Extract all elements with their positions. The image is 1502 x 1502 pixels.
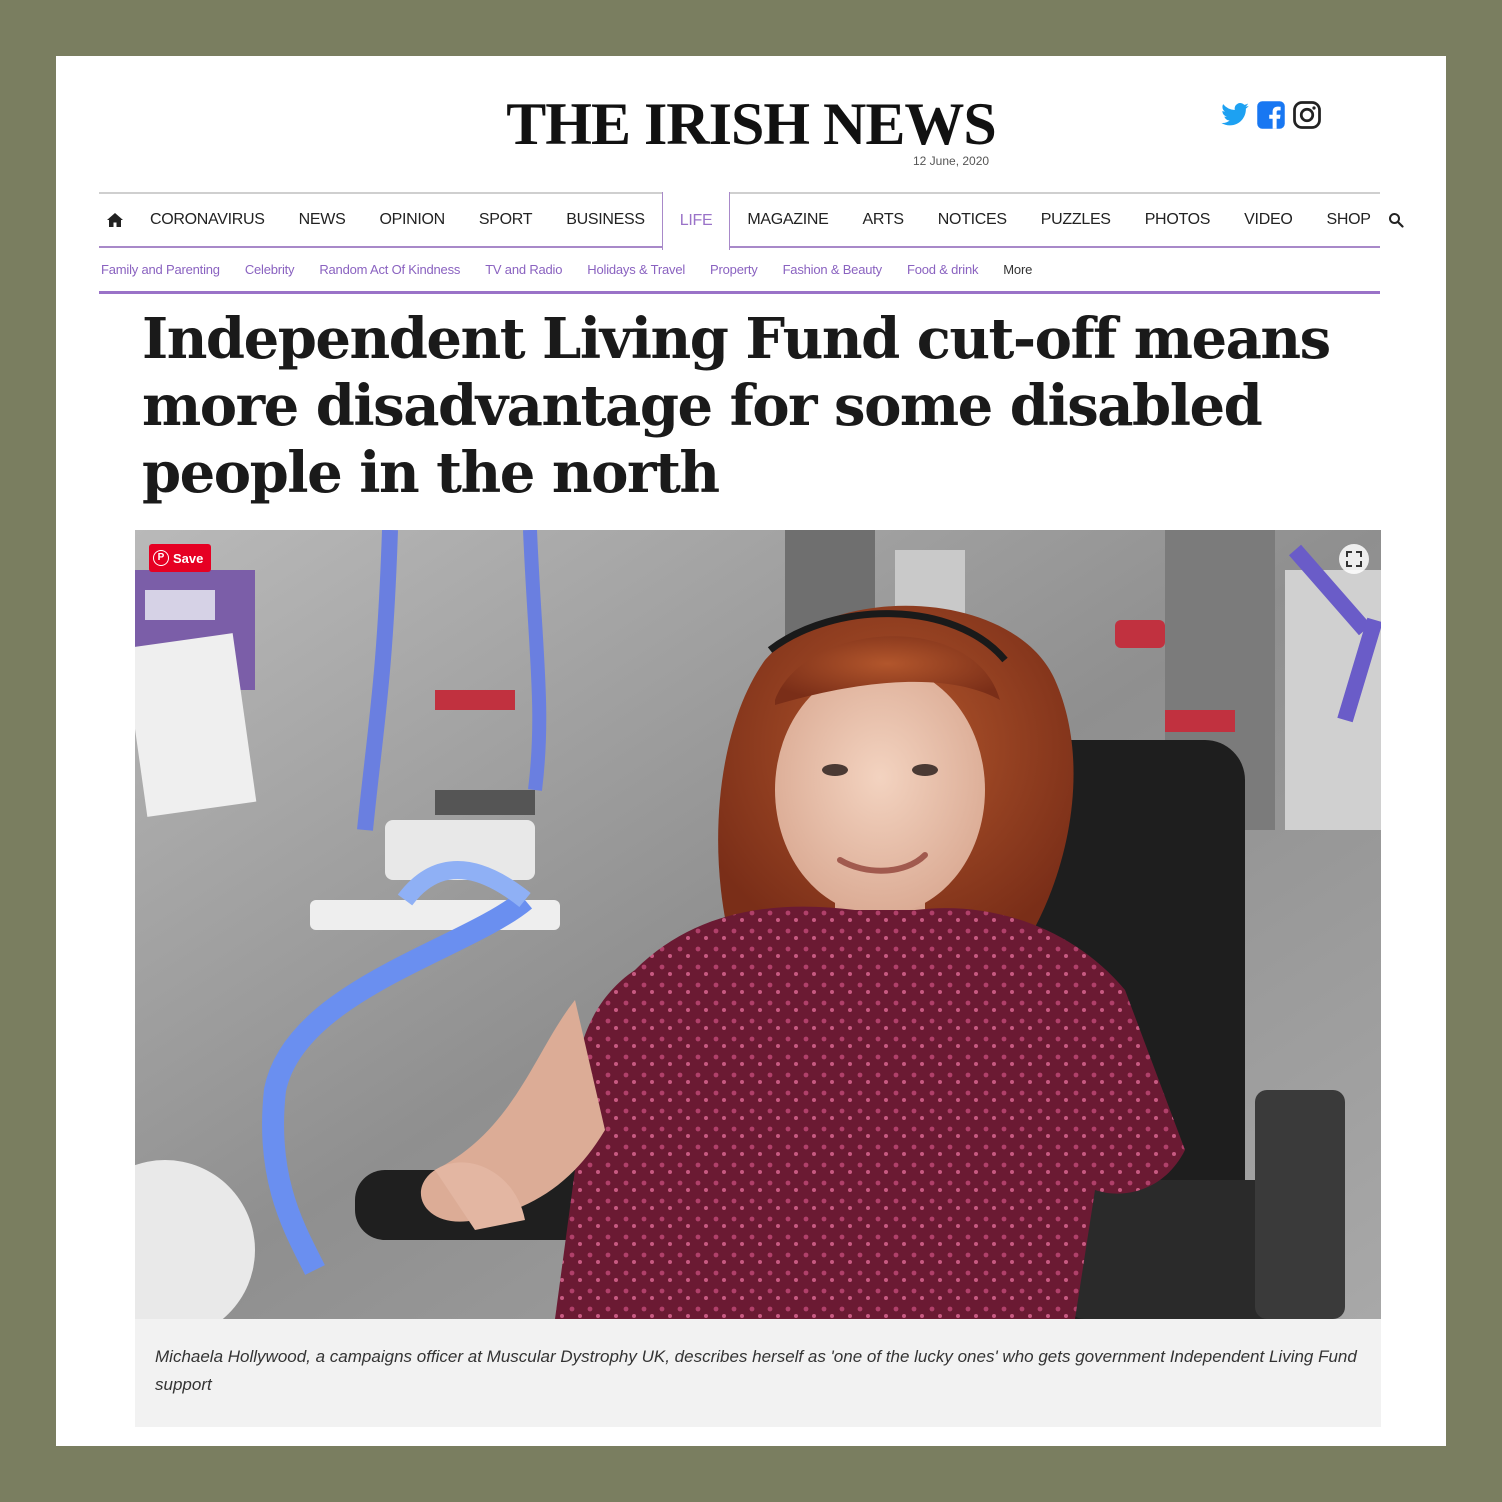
subnav-item-fashion-beauty[interactable]: Fashion & Beauty (783, 262, 883, 277)
subnav-item-family-and-parenting[interactable]: Family and Parenting (101, 262, 220, 277)
pinterest-icon: P (153, 550, 169, 566)
nav-item-opinion[interactable]: OPINION (362, 194, 461, 246)
page: THE IRISH NEWS 12 June, 2020 CORONAVIRUS… (56, 56, 1446, 1446)
nav-item-news[interactable]: NEWS (282, 194, 363, 246)
article-hero-image: P Save (135, 530, 1381, 1319)
main-nav: CORONAVIRUS NEWS OPINION SPORT BUSINESS … (99, 192, 1404, 250)
search-icon[interactable] (1388, 194, 1416, 246)
article-headline: Independent Living Fund cut-off means mo… (142, 306, 1331, 506)
subnav-item-food-drink[interactable]: Food & drink (907, 262, 979, 277)
sub-nav: Family and Parenting Celebrity Random Ac… (99, 248, 1380, 294)
subnav-item-property[interactable]: Property (710, 262, 758, 277)
nav-item-coronavirus[interactable]: CORONAVIRUS (133, 194, 282, 246)
nav-item-arts[interactable]: ARTS (846, 194, 921, 246)
subnav-item-celebrity[interactable]: Celebrity (245, 262, 295, 277)
nav-item-life[interactable]: LIFE (661, 192, 731, 250)
instagram-icon[interactable] (1292, 100, 1322, 130)
subnav-item-holidays-travel[interactable]: Holidays & Travel (587, 262, 685, 277)
nav-item-business[interactable]: BUSINESS (549, 194, 662, 246)
social-links (1220, 100, 1322, 130)
facebook-icon[interactable] (1256, 100, 1286, 130)
image-caption: Michaela Hollywood, a campaigns officer … (135, 1319, 1381, 1427)
home-icon[interactable] (99, 194, 133, 246)
nav-item-sport[interactable]: SPORT (462, 194, 549, 246)
fullscreen-button[interactable] (1339, 544, 1369, 574)
subnav-item-tv-and-radio[interactable]: TV and Radio (485, 262, 562, 277)
nav-item-shop[interactable]: SHOP (1309, 194, 1387, 246)
nav-item-notices[interactable]: NOTICES (921, 194, 1024, 246)
hero-photo (135, 530, 1381, 1319)
save-label: Save (173, 550, 204, 566)
nav-item-video[interactable]: VIDEO (1227, 194, 1309, 246)
nav-item-photos[interactable]: PHOTOS (1128, 194, 1227, 246)
masthead-date: 12 June, 2020 (913, 154, 990, 168)
twitter-icon[interactable] (1220, 100, 1250, 130)
nav-item-magazine[interactable]: MAGAZINE (730, 194, 845, 246)
subnav-more-link[interactable]: More (1003, 262, 1032, 277)
pinterest-save-button[interactable]: P Save (149, 544, 212, 572)
expand-icon (1346, 551, 1362, 567)
subnav-item-random-act-of-kindness[interactable]: Random Act Of Kindness (319, 262, 460, 277)
nav-item-puzzles[interactable]: PUZZLES (1024, 194, 1128, 246)
